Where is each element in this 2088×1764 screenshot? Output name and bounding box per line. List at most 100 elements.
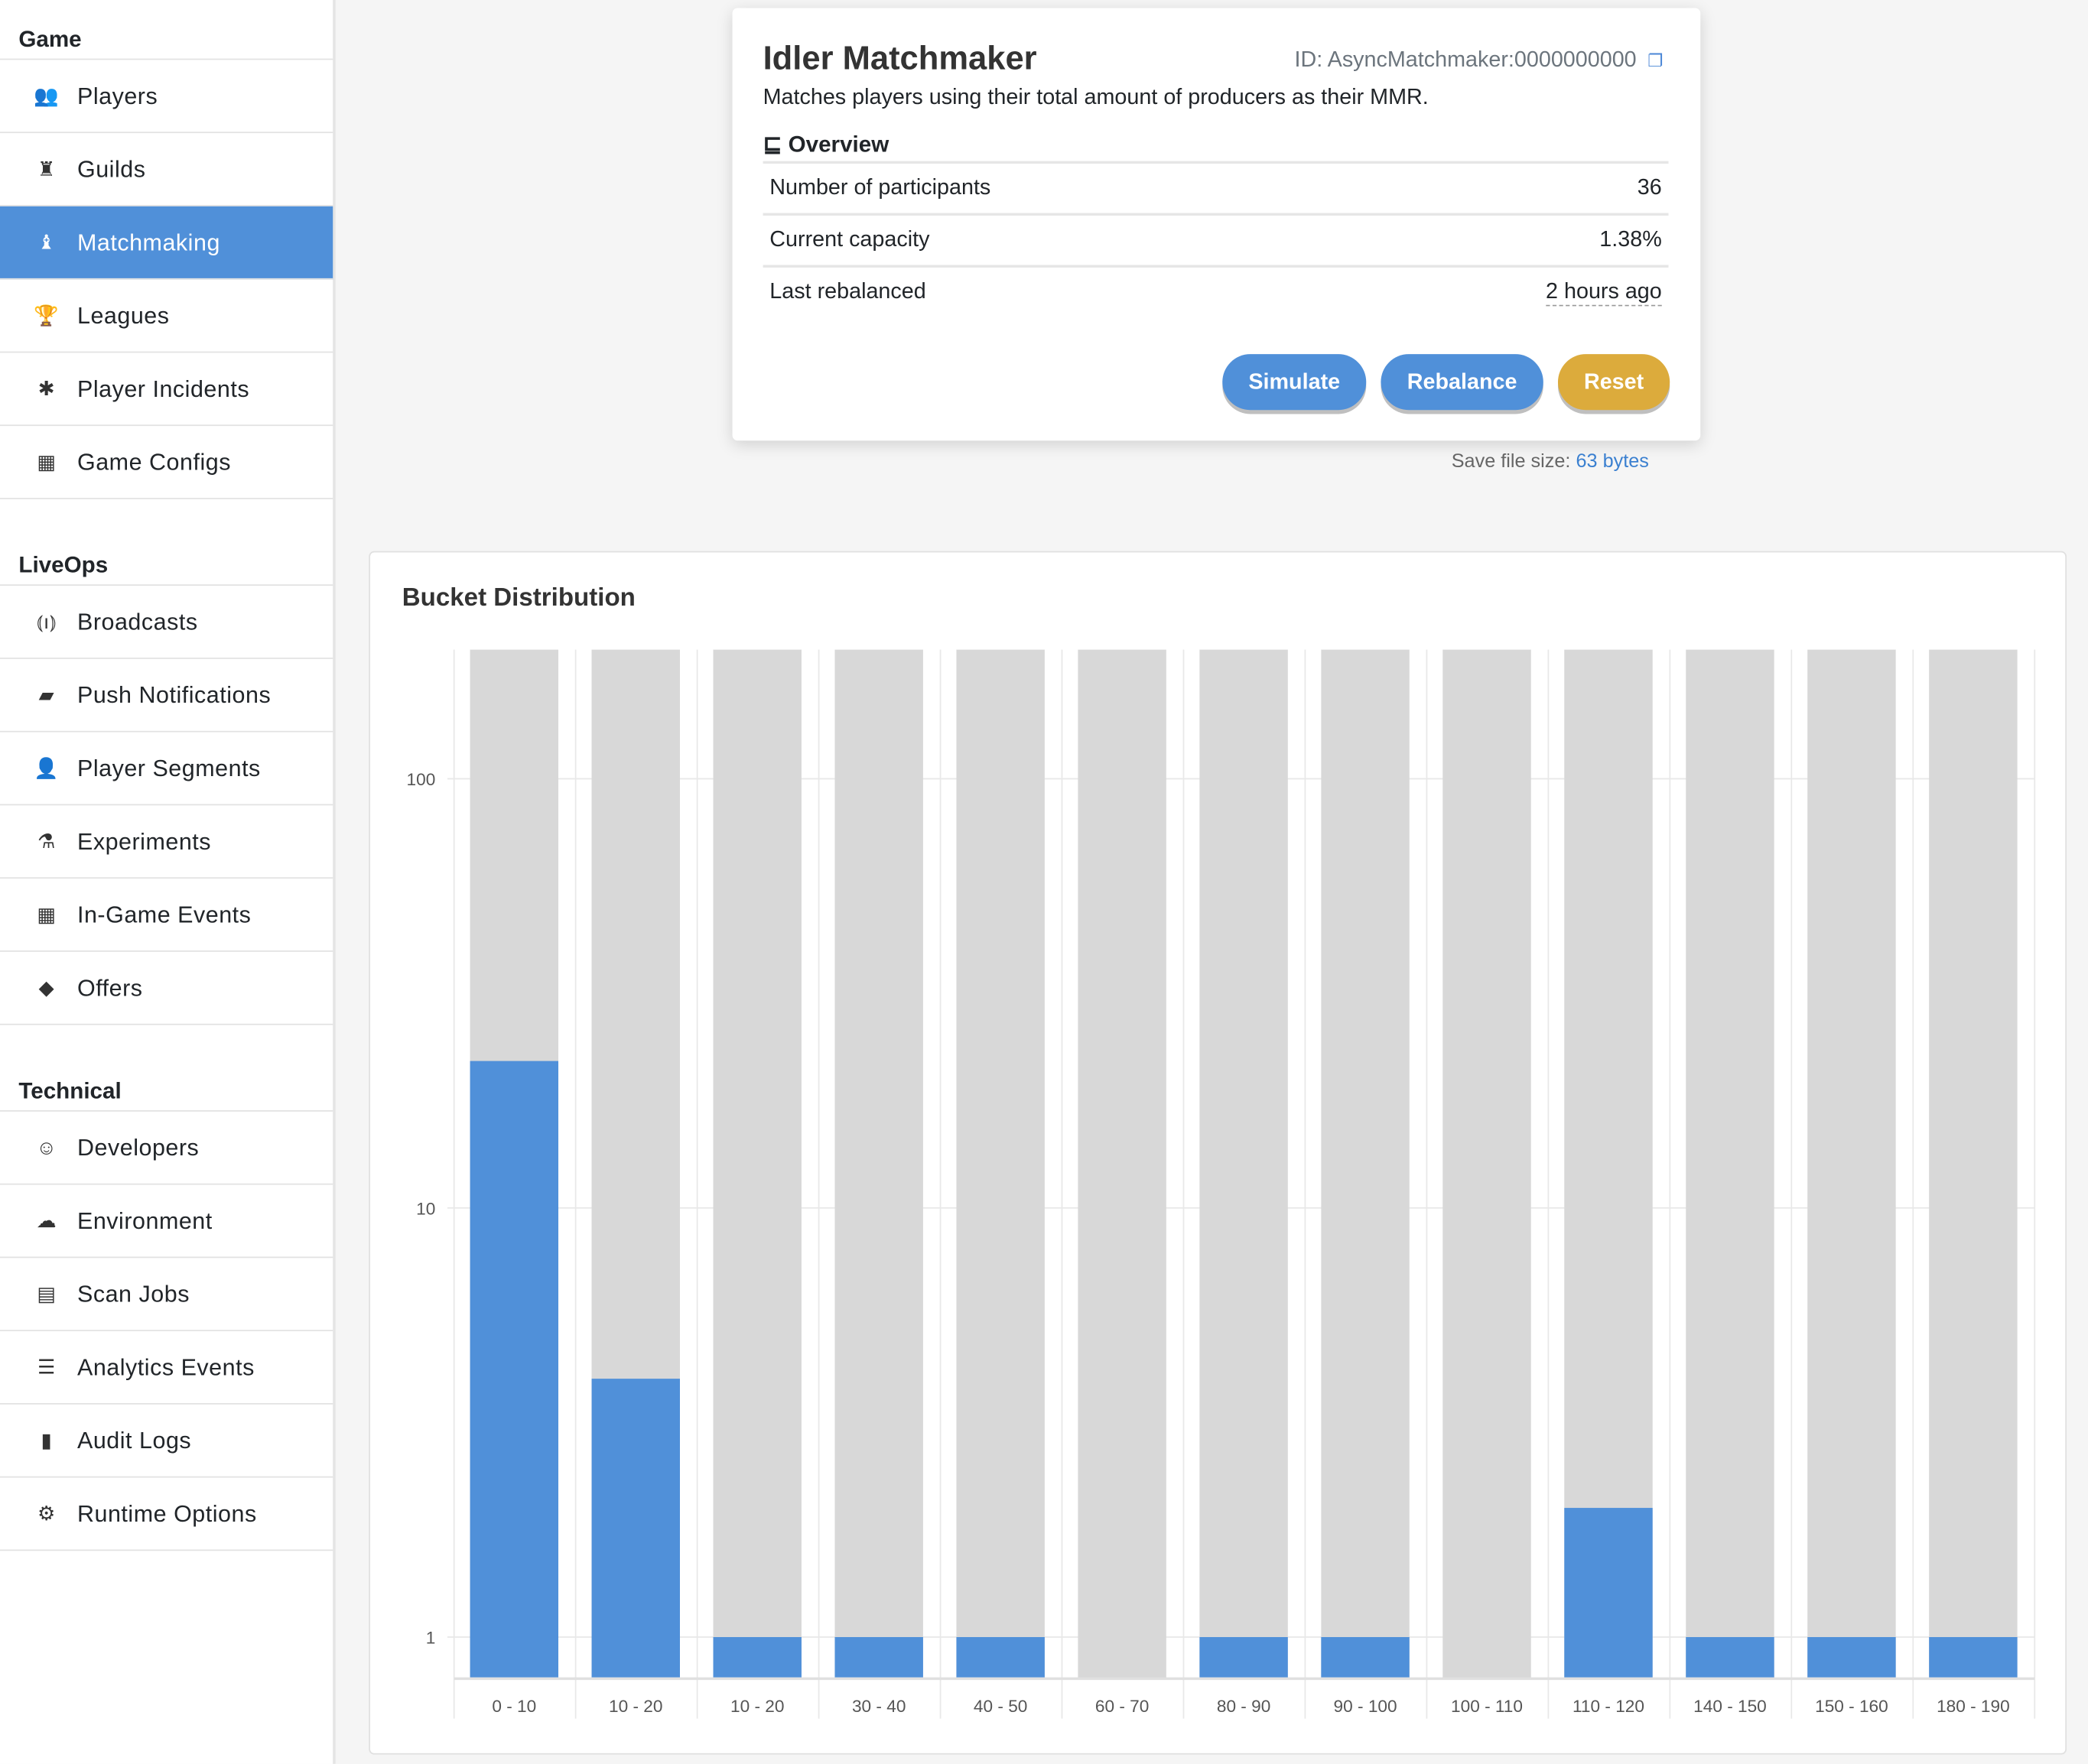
x-tick-label: 80 - 90 — [1217, 1697, 1270, 1716]
x-tick-label: 40 - 50 — [974, 1697, 1027, 1716]
bar-background — [1929, 649, 2018, 1679]
sidebar-section-technical: Technical — [18, 1078, 122, 1104]
sidebar-item-label: Leagues — [76, 301, 170, 329]
x-tick-label: 0 - 10 — [492, 1697, 536, 1716]
sidebar-section-liveops: LiveOps — [18, 552, 109, 578]
bar-background — [1321, 649, 1410, 1679]
sidebar-section-game: Game — [18, 26, 82, 52]
chess-rook-icon: ♜ — [37, 158, 56, 181]
matchmaker-description: Matches players using their total amount… — [763, 85, 1429, 109]
page-title: Idler Matchmaker — [763, 40, 1037, 77]
cloud-icon: ☁ — [36, 1210, 57, 1233]
bar — [1807, 1637, 1896, 1679]
simulate-button[interactable]: Simulate — [1222, 354, 1367, 411]
flask-icon: ⚗ — [37, 830, 56, 853]
sidebar-item-label: Game Configs — [76, 447, 231, 475]
x-tick-label: 10 - 20 — [609, 1697, 662, 1716]
sidebar-item-developers[interactable]: ☺ Developers — [0, 1109, 333, 1185]
overview-heading: ⊑ Overview — [763, 132, 890, 158]
sidebar: Game 👥 Players ♜ Guilds ♝ Matchmaking 🏆 Leagues ✱… — [0, 0, 336, 1764]
business-time-icon: ▤ — [37, 1283, 57, 1306]
last-rebalanced-time[interactable]: 2 hours ago — [1546, 279, 1662, 306]
calendar-icon: ▦ — [37, 904, 57, 927]
sidebar-item-label: Offers — [76, 973, 143, 1001]
copy-icon[interactable]: ❐ — [1647, 50, 1663, 72]
bar — [834, 1637, 923, 1679]
x-tick-label: 100 - 110 — [1451, 1697, 1523, 1716]
sidebar-item-guilds[interactable]: ♜ Guilds — [0, 133, 333, 206]
overview-table: Number of participants 36 Current capacit… — [763, 161, 1669, 317]
matchmaker-overview-card: Idler Matchmaker ID: AsyncMatchmaker:000… — [732, 8, 1701, 441]
bar-background — [1078, 649, 1166, 1679]
sidebar-item-runtime-options[interactable]: ⚙ Runtime Options — [0, 1478, 333, 1551]
sidebar-item-experiments[interactable]: ⚗ Experiments — [0, 805, 333, 879]
sidebar-item-game-configs[interactable]: ▦ Game Configs — [0, 426, 333, 499]
sidebar-item-label: Player Incidents — [76, 375, 250, 401]
sidebar-item-push-notifications[interactable]: ▰ Push Notifications — [0, 659, 333, 733]
x-tick-label: 110 - 120 — [1573, 1697, 1644, 1716]
bar — [1199, 1637, 1288, 1679]
sidebar-item-player-segments[interactable]: 👤 Player Segments — [0, 733, 333, 806]
reset-button[interactable]: Reset — [1557, 354, 1670, 411]
bucket-distribution-chart: 1 10 100 0 - 10 10 - 20 10 - 20 30 - 40 40 - 50… — [407, 649, 2036, 1719]
tags-icon: ◆ — [38, 976, 55, 1000]
sidebar-item-label: Audit Logs — [76, 1426, 192, 1454]
sidebar-item-leagues[interactable]: 🏆 Leagues — [0, 280, 333, 353]
bar — [713, 1637, 802, 1679]
sidebar-item-analytics-events[interactable]: ☰ Analytics Events — [0, 1331, 333, 1405]
x-tick-label: 30 - 40 — [852, 1697, 906, 1716]
sidebar-item-offers[interactable]: ◆ Offers — [0, 952, 333, 1025]
sidebar-item-label: Player Segments — [76, 754, 261, 781]
sidebar-item-label: Environment — [76, 1207, 213, 1234]
sidebar-item-label: Push Notifications — [76, 681, 272, 708]
bug-icon: ✱ — [37, 378, 56, 401]
bar — [1686, 1637, 1774, 1679]
x-tick-label: 10 - 20 — [730, 1697, 784, 1716]
sidebar-item-label: Experiments — [76, 827, 212, 854]
x-tick-label: 180 - 190 — [1937, 1697, 2010, 1716]
sidebar-item-label: Players — [76, 82, 158, 109]
sidebar-item-label: Developers — [76, 1133, 200, 1161]
bar-background — [956, 649, 1045, 1679]
cogs-icon: ⚙ — [37, 1502, 56, 1526]
sidebar-item-label: Guilds — [76, 154, 146, 182]
sidebar-item-scan-jobs[interactable]: ▤ Scan Jobs — [0, 1258, 333, 1331]
chart-bar-icon: ⊑ — [763, 132, 789, 158]
bar-background — [834, 649, 923, 1679]
sidebar-item-label: Analytics Events — [76, 1353, 255, 1380]
table-row: Last rebalanced 2 hours ago — [763, 265, 1669, 317]
sidebar-item-label: Matchmaking — [76, 228, 220, 255]
save-file-size: Save file size: 63 bytes — [1451, 451, 1649, 473]
sidebar-item-matchmaking[interactable]: ♝ Matchmaking — [0, 206, 333, 280]
table-row: Number of participants 36 — [763, 161, 1669, 213]
bar-background — [1199, 649, 1288, 1679]
sidebar-item-broadcasts[interactable]: ⦅ı⦆ Broadcasts — [0, 584, 333, 659]
sidebar-item-audit-logs[interactable]: ▮ Audit Logs — [0, 1405, 333, 1478]
bar-background — [1686, 649, 1774, 1679]
sidebar-item-label: Scan Jobs — [76, 1279, 190, 1307]
table-row: Current capacity 1.38% — [763, 213, 1669, 265]
bar-background — [1442, 649, 1531, 1679]
y-tick-label: 100 — [407, 770, 436, 789]
sidebar-item-label: Broadcasts — [76, 607, 198, 635]
user-astronaut-icon: ☺ — [36, 1135, 57, 1159]
sidebar-item-player-incidents[interactable]: ✱ Player Incidents — [0, 352, 333, 427]
trophy-icon: 🏆 — [34, 304, 60, 328]
sidebar-item-in-game-events[interactable]: ▦ In-Game Events — [0, 879, 333, 952]
sidebar-item-label: Runtime Options — [76, 1499, 257, 1527]
rebalance-button[interactable]: Rebalance — [1381, 354, 1543, 411]
broadcast-tower-icon: ⦅ı⦆ — [36, 610, 57, 633]
clipboard-icon: ▮ — [41, 1429, 53, 1453]
y-tick-label: 10 — [416, 1199, 435, 1218]
bar — [1564, 1508, 1653, 1679]
bar — [1929, 1637, 2018, 1679]
bar — [470, 1061, 559, 1679]
sidebar-item-label: In-Game Events — [76, 900, 252, 927]
sidebar-item-environment[interactable]: ☁ Environment — [0, 1184, 333, 1259]
comment-icon: ▰ — [38, 684, 55, 707]
bar — [591, 1379, 680, 1679]
x-tick-label: 140 - 150 — [1693, 1697, 1767, 1716]
users-icon: 👥 — [34, 85, 60, 109]
sidebar-item-players[interactable]: 👥 Players — [0, 58, 333, 134]
bar-background — [713, 649, 802, 1679]
